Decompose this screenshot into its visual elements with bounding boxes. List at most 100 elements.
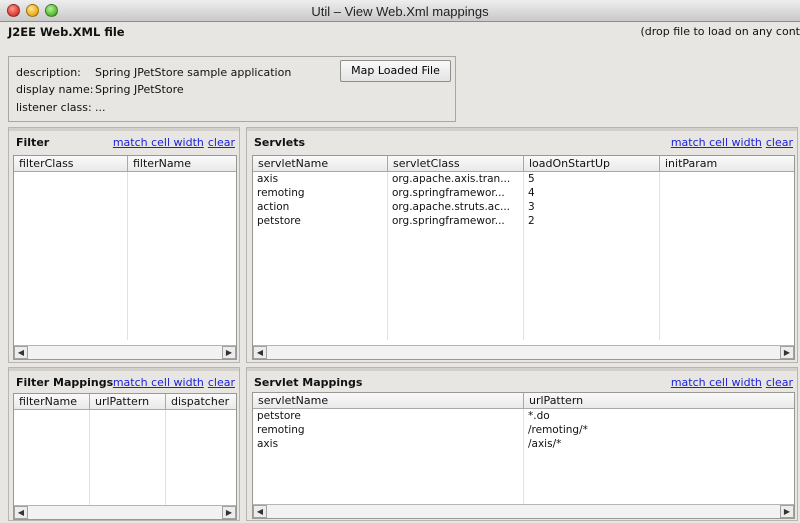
- table-cell: [524, 242, 660, 256]
- table-cell: [524, 228, 660, 242]
- table-row: [14, 452, 236, 466]
- table-cell: [524, 451, 794, 465]
- scroll-left-arrow-icon[interactable]: ◀: [14, 346, 28, 359]
- table-cell: org.apache.struts.ac...: [388, 200, 524, 214]
- table-row: [14, 214, 236, 228]
- table-cell: [90, 410, 166, 424]
- table-cell: 5: [524, 172, 660, 186]
- table-cell: [128, 214, 236, 228]
- table-cell: [166, 480, 236, 494]
- scroll-right-arrow-icon[interactable]: ▶: [780, 346, 794, 359]
- table-row[interactable]: axis org.apache.axis.tran... 5: [253, 172, 794, 186]
- filter-match-cell-width-link[interactable]: match cell width: [113, 136, 204, 149]
- table-cell: [90, 452, 166, 466]
- scroll-right-arrow-icon[interactable]: ▶: [222, 506, 236, 519]
- filter-mappings-clear-link[interactable]: clear: [208, 376, 235, 389]
- filter-mappings-match-cell-width-link[interactable]: match cell width: [113, 376, 204, 389]
- column-header-urlpattern[interactable]: urlPattern: [524, 393, 794, 408]
- table-cell: [14, 172, 128, 186]
- table-cell: [660, 214, 794, 228]
- servlets-horizontal-scrollbar[interactable]: ◀ ▶: [253, 345, 794, 359]
- table-row: [253, 298, 794, 312]
- table-cell: [524, 284, 660, 298]
- column-header-loadonstartup[interactable]: loadOnStartUp: [524, 156, 660, 171]
- column-header-initparam[interactable]: initParam: [660, 156, 794, 171]
- scroll-left-arrow-icon[interactable]: ◀: [14, 506, 28, 519]
- table-cell: remoting: [253, 423, 524, 437]
- column-header-filtername[interactable]: filterName: [128, 156, 236, 171]
- filter-mappings-table[interactable]: filterName urlPattern dispatcher ◀ ▶: [13, 393, 237, 520]
- column-header-filtername[interactable]: filterName: [14, 394, 90, 409]
- table-cell: [388, 312, 524, 326]
- table-cell: org.apache.axis.tran...: [388, 172, 524, 186]
- table-row[interactable]: remoting/remoting/*: [253, 423, 794, 437]
- table-cell: [253, 465, 524, 479]
- scroll-right-arrow-icon[interactable]: ▶: [222, 346, 236, 359]
- servlet-mappings-panel-title: Servlet Mappings: [254, 376, 363, 389]
- table-cell: [524, 298, 660, 312]
- table-cell: [14, 312, 128, 326]
- table-row: [253, 312, 794, 326]
- filter-clear-link[interactable]: clear: [208, 136, 235, 149]
- table-cell: [388, 242, 524, 256]
- table-row: [14, 298, 236, 312]
- column-header-filterclass[interactable]: filterClass: [14, 156, 128, 171]
- table-cell: [14, 214, 128, 228]
- servlet-mappings-panel-links: match cell width clear: [667, 376, 793, 389]
- table-cell: [128, 256, 236, 270]
- table-row: [14, 466, 236, 480]
- scroll-left-arrow-icon[interactable]: ◀: [253, 505, 267, 518]
- table-cell: [14, 228, 128, 242]
- table-row: [14, 480, 236, 494]
- table-cell: [524, 326, 660, 340]
- drop-hint: (drop file to load on any cont: [640, 25, 800, 38]
- table-cell: [128, 298, 236, 312]
- column-header-servletclass[interactable]: servletClass: [388, 156, 524, 171]
- filter-horizontal-scrollbar[interactable]: ◀ ▶: [14, 345, 236, 359]
- table-cell: [388, 298, 524, 312]
- table-row: [253, 242, 794, 256]
- servlet-mappings-clear-link[interactable]: clear: [766, 376, 793, 389]
- table-cell: [128, 270, 236, 284]
- table-cell: /remoting/*: [524, 423, 794, 437]
- servlet-mappings-table[interactable]: servletName urlPattern petstore *.do remotin…: [252, 392, 795, 519]
- table-row[interactable]: petstore *.do: [253, 409, 794, 423]
- table-cell: [253, 479, 524, 493]
- scroll-right-arrow-icon[interactable]: ▶: [780, 505, 794, 518]
- table-row: [14, 228, 236, 242]
- table-cell: [14, 284, 128, 298]
- table-cell: [14, 256, 128, 270]
- window-title: Util – View Web.Xml mappings: [311, 4, 489, 19]
- table-cell: [166, 438, 236, 452]
- table-row: [14, 438, 236, 452]
- column-header-servletname[interactable]: servletName: [253, 156, 388, 171]
- table-cell: 2: [524, 214, 660, 228]
- table-row[interactable]: petstore org.springframewor... 2: [253, 214, 794, 228]
- table-row: [14, 270, 236, 284]
- table-row[interactable]: axis/axis/*: [253, 437, 794, 451]
- table-cell: [128, 242, 236, 256]
- servlets-clear-link[interactable]: clear: [766, 136, 793, 149]
- servlets-match-cell-width-link[interactable]: match cell width: [671, 136, 762, 149]
- table-cell: [166, 424, 236, 438]
- listener-class-value: ...: [95, 101, 106, 114]
- table-row: [14, 284, 236, 298]
- servlet-mappings-match-cell-width-link[interactable]: match cell width: [671, 376, 762, 389]
- filter-table[interactable]: filterClass filterName ◀ ▶: [13, 155, 237, 360]
- table-row[interactable]: action org.apache.struts.ac... 3: [253, 200, 794, 214]
- description-value: Spring JPetStore sample application: [95, 66, 292, 79]
- table-row[interactable]: remoting org.springframewor... 4: [253, 186, 794, 200]
- column-header-dispatcher[interactable]: dispatcher: [166, 394, 236, 409]
- table-cell: [14, 480, 90, 494]
- table-header: filterName urlPattern dispatcher: [14, 394, 236, 410]
- filter-mappings-horizontal-scrollbar[interactable]: ◀ ▶: [14, 505, 236, 519]
- table-row: [14, 172, 236, 186]
- column-header-urlpattern[interactable]: urlPattern: [90, 394, 166, 409]
- servlet-mappings-horizontal-scrollbar[interactable]: ◀ ▶: [253, 504, 794, 518]
- map-loaded-file-button[interactable]: Map Loaded File: [340, 60, 451, 82]
- column-header-servletname[interactable]: servletName: [253, 393, 524, 408]
- servlets-table[interactable]: servletName servletClass loadOnStartUp init…: [252, 155, 795, 360]
- scroll-left-arrow-icon[interactable]: ◀: [253, 346, 267, 359]
- table-cell: [253, 312, 388, 326]
- table-row: [14, 410, 236, 424]
